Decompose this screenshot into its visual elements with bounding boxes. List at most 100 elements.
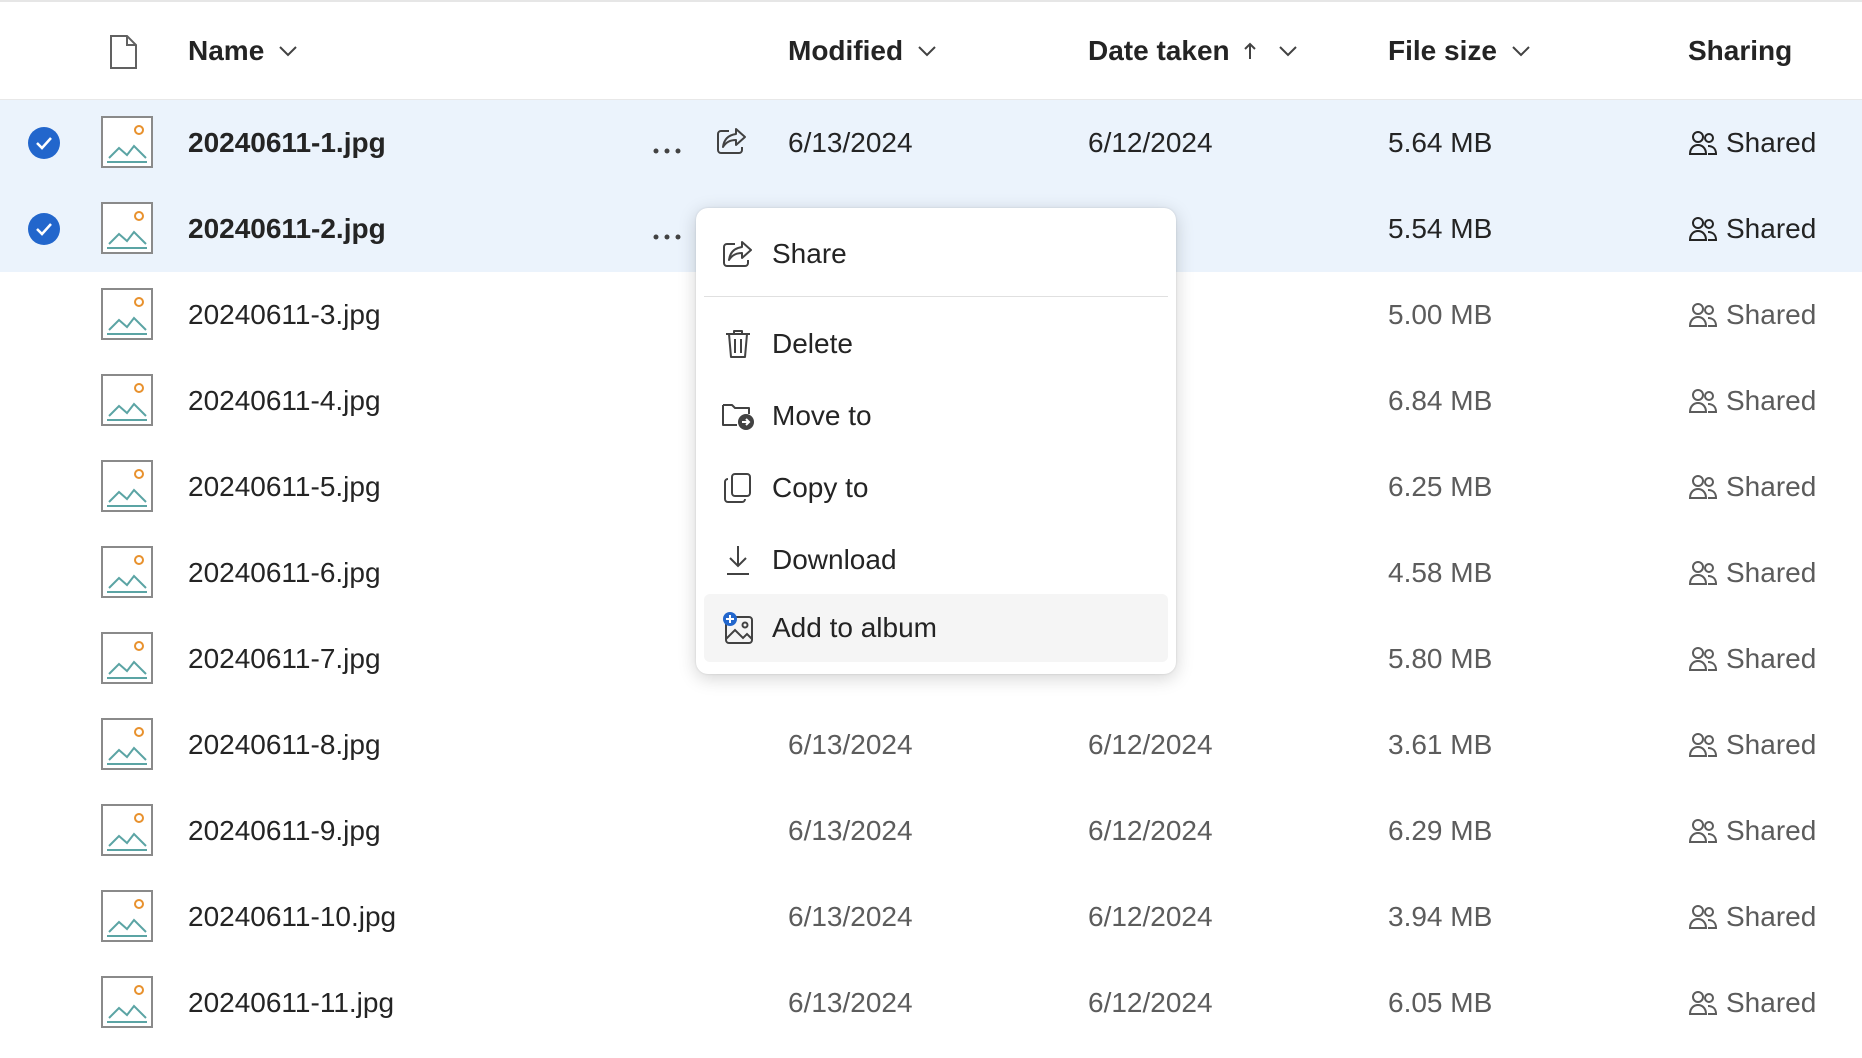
sharing-status[interactable]: Shared xyxy=(1688,960,1816,1046)
menu-divider xyxy=(704,296,1168,297)
file-row[interactable]: 20240611-8.jpg 6/13/2024 6/12/2024 3.61 MB S… xyxy=(0,702,1862,788)
menu-item-move-to[interactable]: Move to xyxy=(704,382,1168,450)
trash-icon xyxy=(718,328,758,360)
modified-date: 6/13/2024 xyxy=(788,729,913,760)
file-row[interactable]: 20240611-10.jpg 6/13/2024 6/12/2024 3.94 MB… xyxy=(0,874,1862,960)
image-file-icon xyxy=(101,202,153,261)
file-name[interactable]: 20240611-7.jpg xyxy=(188,616,381,702)
file-name[interactable]: 20240611-3.jpg xyxy=(188,272,381,358)
context-menu: Share Delete Move to Copy to Download Ad… xyxy=(696,208,1176,674)
sharing-status[interactable]: Shared xyxy=(1688,788,1816,874)
download-icon xyxy=(718,544,758,576)
move-folder-icon xyxy=(718,401,758,431)
image-file-icon xyxy=(101,718,153,777)
column-modified-header[interactable]: Modified xyxy=(788,2,937,100)
share-icon xyxy=(718,239,758,269)
shared-people-icon xyxy=(1688,817,1726,845)
file-name[interactable]: 20240611-10.jpg xyxy=(188,874,396,960)
file-name[interactable]: 20240611-2.jpg xyxy=(188,186,386,272)
date-taken: 6/12/2024 xyxy=(1088,901,1213,932)
add-to-album-icon xyxy=(718,611,758,645)
chevron-down-icon xyxy=(1511,45,1531,57)
file-name[interactable]: 20240611-1.jpg xyxy=(188,100,386,186)
image-file-icon xyxy=(101,288,153,347)
image-file-icon xyxy=(101,976,153,1035)
file-row[interactable]: 20240611-11.jpg 6/13/2024 6/12/2024 6.05 MB… xyxy=(0,960,1862,1046)
column-sharing-header[interactable]: Sharing xyxy=(1688,2,1792,100)
shared-people-icon xyxy=(1688,731,1726,759)
selected-check-icon[interactable] xyxy=(28,127,60,159)
shared-people-icon xyxy=(1688,903,1726,931)
shared-people-icon xyxy=(1688,215,1726,243)
file-name[interactable]: 20240611-8.jpg xyxy=(188,702,381,788)
sharing-status[interactable]: Shared xyxy=(1688,272,1816,358)
shared-people-icon xyxy=(1688,989,1726,1017)
chevron-down-icon xyxy=(917,45,937,57)
file-row[interactable]: 20240611-9.jpg 6/13/2024 6/12/2024 6.29 MB S… xyxy=(0,788,1862,874)
file-size: 3.61 MB xyxy=(1388,729,1493,760)
column-name-header[interactable]: Name xyxy=(188,2,298,100)
more-options-icon[interactable] xyxy=(652,216,682,248)
file-size: 5.54 MB xyxy=(1388,213,1493,244)
sharing-status[interactable]: Shared xyxy=(1688,100,1816,186)
image-file-icon xyxy=(101,890,153,949)
chevron-down-icon xyxy=(278,45,298,57)
chevron-down-icon xyxy=(1278,45,1298,57)
file-size: 6.29 MB xyxy=(1388,815,1493,846)
file-size: 5.64 MB xyxy=(1388,127,1493,158)
menu-item-download[interactable]: Download xyxy=(704,526,1168,594)
date-taken: 6/12/2024 xyxy=(1088,987,1213,1018)
sharing-status[interactable]: Shared xyxy=(1688,530,1816,616)
image-file-icon xyxy=(101,374,153,433)
modified-date: 6/13/2024 xyxy=(788,815,913,846)
date-taken: 6/12/2024 xyxy=(1088,729,1213,760)
file-size: 6.84 MB xyxy=(1388,385,1493,416)
date-taken: 6/12/2024 xyxy=(1088,815,1213,846)
menu-item-share[interactable]: Share xyxy=(704,220,1168,288)
shared-people-icon xyxy=(1688,645,1726,673)
file-type-icon[interactable] xyxy=(108,34,138,75)
image-file-icon xyxy=(101,460,153,519)
image-file-icon xyxy=(101,546,153,605)
sharing-status[interactable]: Shared xyxy=(1688,702,1816,788)
file-name[interactable]: 20240611-4.jpg xyxy=(188,358,381,444)
menu-item-add-to-album[interactable]: Add to album xyxy=(704,594,1168,662)
shared-people-icon xyxy=(1688,387,1726,415)
shared-people-icon xyxy=(1688,301,1726,329)
modified-date: 6/13/2024 xyxy=(788,127,913,158)
date-taken: 6/12/2024 xyxy=(1088,127,1213,158)
file-size: 4.58 MB xyxy=(1388,557,1493,588)
sharing-status[interactable]: Shared xyxy=(1688,616,1816,702)
file-size: 5.80 MB xyxy=(1388,643,1493,674)
sharing-status[interactable]: Shared xyxy=(1688,874,1816,960)
shared-people-icon xyxy=(1688,473,1726,501)
file-name[interactable]: 20240611-11.jpg xyxy=(188,960,394,1046)
modified-date: 6/13/2024 xyxy=(788,901,913,932)
image-file-icon xyxy=(101,804,153,863)
file-name[interactable]: 20240611-9.jpg xyxy=(188,788,381,874)
file-size: 6.25 MB xyxy=(1388,471,1493,502)
selected-check-icon[interactable] xyxy=(28,213,60,245)
copy-icon xyxy=(718,472,758,504)
image-file-icon xyxy=(101,116,153,175)
more-options-icon[interactable] xyxy=(652,130,682,162)
file-size: 6.05 MB xyxy=(1388,987,1493,1018)
sharing-status[interactable]: Shared xyxy=(1688,186,1816,272)
file-size: 3.94 MB xyxy=(1388,901,1493,932)
sort-ascending-icon xyxy=(1242,41,1258,61)
column-file-size-header[interactable]: File size xyxy=(1388,2,1531,100)
file-name[interactable]: 20240611-6.jpg xyxy=(188,530,381,616)
file-name[interactable]: 20240611-5.jpg xyxy=(188,444,381,530)
column-date-taken-header[interactable]: Date taken xyxy=(1088,2,1298,100)
menu-item-copy-to[interactable]: Copy to xyxy=(704,454,1168,522)
shared-people-icon xyxy=(1688,559,1726,587)
column-header-row: Name Modified Date taken File size Shari… xyxy=(0,2,1862,100)
sharing-status[interactable]: Shared xyxy=(1688,358,1816,444)
menu-item-delete[interactable]: Delete xyxy=(704,310,1168,378)
file-row[interactable]: 20240611-1.jpg 6/13/2024 6/12/2024 5.64 MB S… xyxy=(0,100,1862,188)
file-size: 5.00 MB xyxy=(1388,299,1493,330)
image-file-icon xyxy=(101,632,153,691)
shared-people-icon xyxy=(1688,129,1726,157)
share-icon[interactable] xyxy=(716,126,748,163)
sharing-status[interactable]: Shared xyxy=(1688,444,1816,530)
